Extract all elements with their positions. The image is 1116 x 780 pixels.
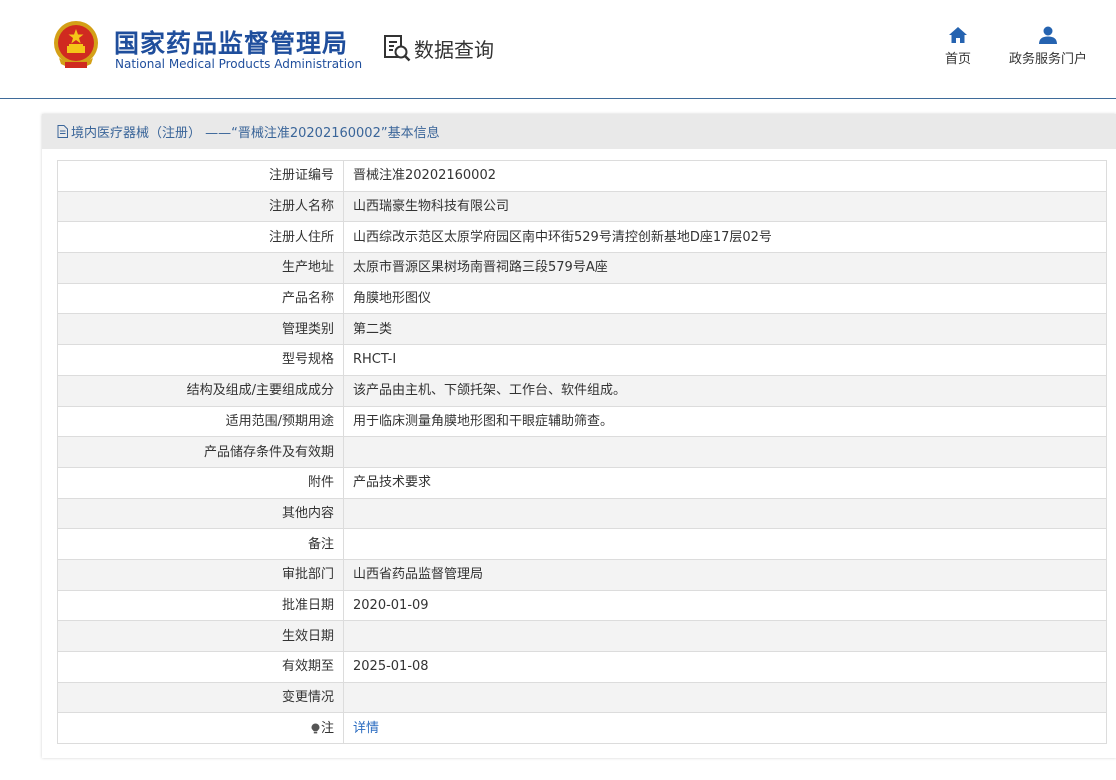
panel-title: 境内医疗器械（注册） ——“晋械注准20202160002”基本信息 xyxy=(42,114,1116,149)
row-value: 太原市晋源区果树场南晋祠路三段579号A座 xyxy=(343,252,1107,284)
row-value xyxy=(343,620,1107,652)
row-label: 产品储存条件及有效期 xyxy=(57,436,344,468)
row-value: 2020-01-09 xyxy=(343,589,1107,622)
nav-home[interactable]: 首页 xyxy=(936,26,980,67)
row-label: 附件 xyxy=(57,466,344,499)
table-row: 备注 xyxy=(57,528,1107,560)
row-label: 结构及组成/主要组成成分 xyxy=(57,374,344,407)
row-value: 角膜地形图仪 xyxy=(343,282,1107,315)
table-row: 管理类别 第二类 xyxy=(57,313,1107,346)
row-value: RHCT-I xyxy=(343,344,1107,376)
row-label: 生产地址 xyxy=(57,252,344,284)
nav-government-service-portal[interactable]: 政务服务门户 xyxy=(1006,26,1090,67)
user-icon xyxy=(1039,26,1057,44)
row-value: 2025-01-08 xyxy=(343,651,1107,683)
data-query-heading: 数据查询 xyxy=(382,33,494,63)
data-query-title: 数据查询 xyxy=(414,37,494,62)
row-label: 注册人名称 xyxy=(57,190,344,223)
row-label: 管理类别 xyxy=(57,313,344,346)
row-value: 用于临床测量角膜地形图和干眼症辅助筛查。 xyxy=(343,405,1107,438)
document-icon xyxy=(57,125,68,138)
table-row: 审批部门 山西省药品监督管理局 xyxy=(57,558,1107,591)
nav-home-label: 首页 xyxy=(944,52,971,67)
row-value xyxy=(343,528,1107,560)
row-label: 型号规格 xyxy=(57,344,344,376)
row-label: 有效期至 xyxy=(57,651,344,683)
table-row: 注册证编号 晋械注准20202160002 xyxy=(57,160,1107,192)
note-label: 注 xyxy=(320,720,334,736)
table-row: 适用范围/预期用途 用于临床测量角膜地形图和干眼症辅助筛查。 xyxy=(57,405,1107,438)
nav-portal-label: 政务服务门户 xyxy=(1008,52,1087,67)
table-row-note: 注 详情 xyxy=(57,712,1107,745)
row-label: 注册证编号 xyxy=(57,160,344,192)
row-value: 山西省药品监督管理局 xyxy=(343,558,1107,591)
row-value: 产品技术要求 xyxy=(343,466,1107,499)
row-label: 备注 xyxy=(57,528,344,560)
row-value: 晋械注准20202160002 xyxy=(343,160,1107,192)
site-name-cn: 国家药品监督管理局 xyxy=(114,29,349,58)
table-row: 产品储存条件及有效期 xyxy=(57,436,1107,468)
site-header: 国家药品监督管理局 National Medical Products Admi… xyxy=(0,0,1116,99)
row-value xyxy=(343,681,1107,714)
document-search-icon xyxy=(384,35,411,62)
note-value-cell: 详情 xyxy=(343,712,1107,745)
row-label: 生效日期 xyxy=(57,620,344,652)
row-value: 第二类 xyxy=(343,313,1107,346)
table-row: 生效日期 xyxy=(57,620,1107,652)
row-label: 其他内容 xyxy=(57,497,344,530)
row-value: 山西综改示范区太原学府园区南中环街529号清控创新基地D座17层02号 xyxy=(343,221,1107,254)
table-row: 产品名称 角膜地形图仪 xyxy=(57,282,1107,315)
row-label: 注册人住所 xyxy=(57,221,344,254)
record-info-table: 注册证编号 晋械注准20202160002 注册人名称 山西瑞豪生物科技有限公司 注… xyxy=(57,160,1107,745)
table-row: 型号规格 RHCT-I xyxy=(57,344,1107,376)
table-row: 结构及组成/主要组成成分 该产品由主机、下颌托架、工作台、软件组成。 xyxy=(57,374,1107,407)
details-link[interactable]: 详情 xyxy=(353,721,379,736)
table-row: 批准日期 2020-01-09 xyxy=(57,589,1107,622)
row-label: 产品名称 xyxy=(57,282,344,315)
panel-title-text: 境内医疗器械（注册） ——“晋械注准20202160002”基本信息 xyxy=(71,126,440,141)
row-value: 该产品由主机、下颌托架、工作台、软件组成。 xyxy=(343,374,1107,407)
lightbulb-icon xyxy=(311,723,320,734)
site-name-en: National Medical Products Administration xyxy=(115,57,363,71)
table-row: 有效期至 2025-01-08 xyxy=(57,651,1107,683)
row-value xyxy=(343,436,1107,468)
table-row: 注册人名称 山西瑞豪生物科技有限公司 xyxy=(57,190,1107,223)
table-row: 附件 产品技术要求 xyxy=(57,466,1107,499)
row-label: 适用范围/预期用途 xyxy=(57,405,344,438)
note-label-cell: 注 xyxy=(57,712,344,745)
record-detail-panel: 境内医疗器械（注册） ——“晋械注准20202160002”基本信息 注册证编号… xyxy=(42,114,1116,758)
national-emblem-icon xyxy=(54,21,98,68)
row-label: 审批部门 xyxy=(57,558,344,591)
table-row: 生产地址 太原市晋源区果树场南晋祠路三段579号A座 xyxy=(57,252,1107,284)
row-value: 山西瑞豪生物科技有限公司 xyxy=(343,190,1107,223)
home-icon xyxy=(949,27,967,43)
table-row: 变更情况 xyxy=(57,681,1107,714)
row-label: 变更情况 xyxy=(57,681,344,714)
table-row: 其他内容 xyxy=(57,497,1107,530)
table-row: 注册人住所 山西综改示范区太原学府园区南中环街529号清控创新基地D座17层02号 xyxy=(57,221,1107,254)
row-label: 批准日期 xyxy=(57,589,344,622)
row-value xyxy=(343,497,1107,530)
